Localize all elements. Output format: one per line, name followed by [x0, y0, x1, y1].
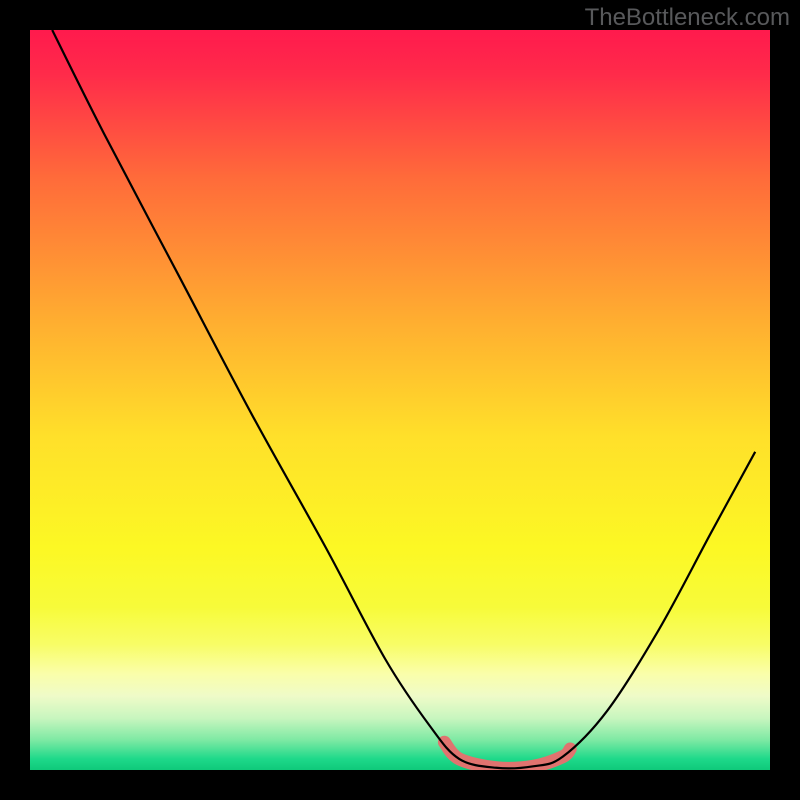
chart-frame: TheBottleneck.com — [0, 0, 800, 800]
bottleneck-chart — [0, 0, 800, 800]
gradient-background — [30, 30, 770, 770]
watermark-text: TheBottleneck.com — [585, 4, 790, 32]
